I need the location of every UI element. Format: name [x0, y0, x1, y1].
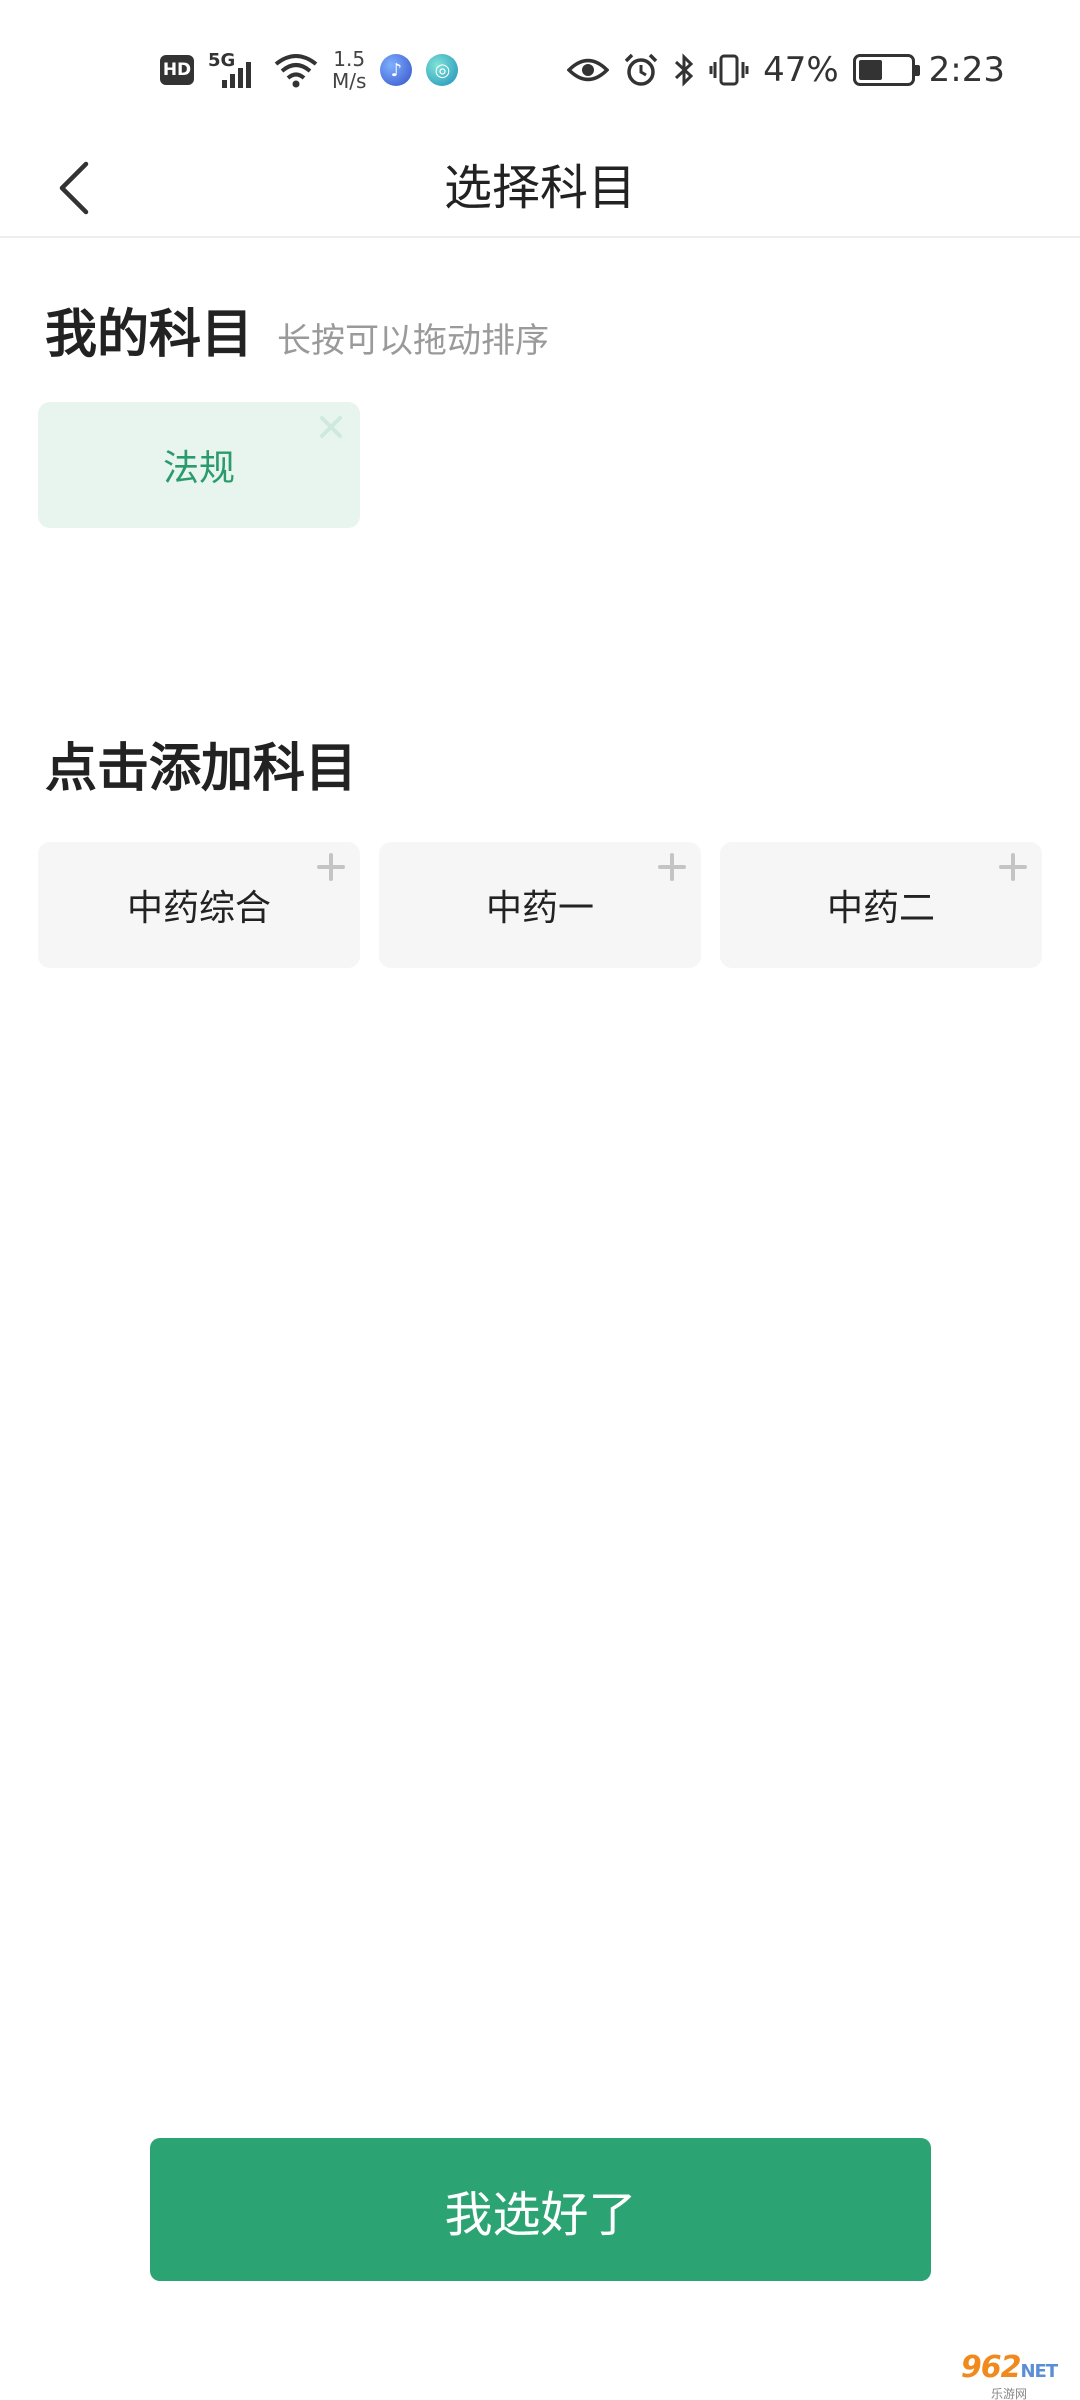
watermark-subtitle: 乐游网: [990, 2387, 1027, 2400]
page-title: 选择科目: [443, 160, 636, 216]
selected-subject-chip[interactable]: 法规: [38, 402, 360, 528]
subject-label: 中药综合: [126, 888, 271, 929]
available-subject-chip[interactable]: 中药一: [379, 842, 701, 968]
status-clock: 2:23: [928, 50, 1005, 90]
my-subjects-header: 我的科目 长按可以拖动排序: [45, 292, 549, 367]
add-subjects-header: 点击添加科目: [45, 726, 357, 801]
bluetooth-icon: [675, 53, 694, 87]
confirm-selection-button[interactable]: 我选好了: [150, 2138, 931, 2281]
battery-icon: [852, 54, 920, 86]
remove-x-icon[interactable]: [316, 412, 346, 442]
add-plus-icon[interactable]: [316, 852, 346, 882]
subject-label: 中药一: [485, 888, 594, 929]
alarm-icon: [624, 53, 658, 86]
site-watermark: 962NET 乐游网: [938, 2350, 1080, 2400]
available-subject-chip[interactable]: 中药二: [720, 842, 1042, 968]
watermark-logo: 962NET: [960, 2350, 1058, 2385]
music-app-icon: ♪: [380, 54, 413, 86]
battery-level-fill: [858, 60, 883, 80]
subject-label: 法规: [162, 448, 235, 489]
network-speed: 1.5 M/s: [332, 48, 366, 92]
speed-unit: M/s: [332, 69, 367, 93]
add-subjects-title: 点击添加科目: [45, 739, 358, 799]
drag-sort-hint: 长按可以拖动排序: [277, 321, 550, 361]
speed-value: 1.5: [333, 47, 366, 71]
chevron-left-icon: [59, 161, 89, 215]
add-plus-icon[interactable]: [657, 852, 687, 882]
status-bar-right: 47% 2:23: [567, 40, 1005, 100]
battery-percent: 47%: [763, 50, 839, 90]
status-bar-left: HD 5G 1.5 M/s ♪ ◎: [160, 40, 459, 100]
hd-icon: HD: [160, 55, 194, 85]
status-bar: HD 5G 1.5 M/s ♪ ◎ 47% 2:23: [0, 0, 1080, 140]
available-subject-chip[interactable]: 中药综合: [38, 842, 360, 968]
nav-bar: 选择科目: [0, 140, 1080, 238]
back-button[interactable]: [34, 148, 114, 228]
add-plus-icon[interactable]: [998, 852, 1028, 882]
eye-icon: [567, 58, 610, 82]
subject-label: 中药二: [826, 888, 935, 929]
5g-signal-icon: 5G: [208, 50, 260, 90]
vibrate-icon: [709, 54, 749, 86]
my-subjects-title: 我的科目: [45, 305, 254, 365]
mobile-app-icon: ◎: [426, 54, 459, 86]
wifi-icon: [274, 54, 318, 88]
